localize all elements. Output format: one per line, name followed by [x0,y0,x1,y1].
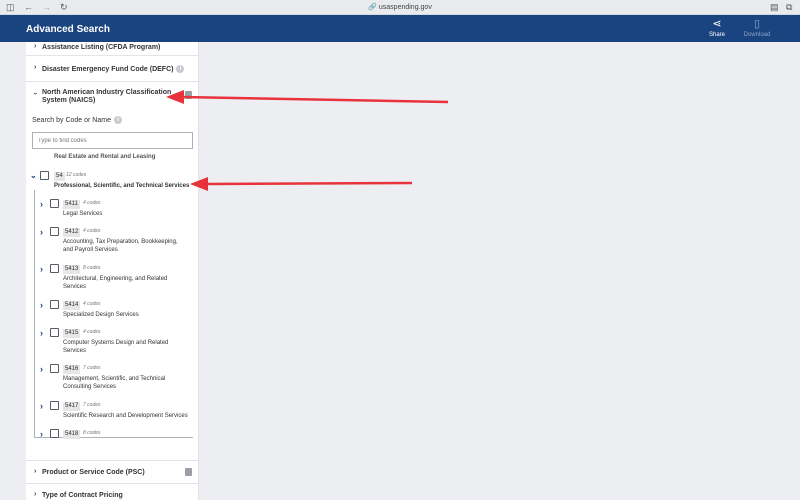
filter-psc[interactable]: › Product or Service Code (PSC) [26,460,198,484]
filter-title: Product or Service Code (PSC) [42,469,145,476]
naics-checkbox[interactable] [50,328,59,337]
naics-count: 7 codes [83,365,101,371]
naics-count: 4 codes [83,301,101,307]
filter-defc[interactable]: › Disaster Emergency Fund Code (DEFC) i [26,56,198,82]
chevron-right-icon[interactable]: › [40,228,43,237]
naics-name: Legal Services [63,211,103,217]
chevron-right-icon: › [34,468,37,475]
filter-title: Disaster Emergency Fund Code (DEFC) i [42,65,185,74]
chevron-right-icon[interactable]: › [40,200,43,209]
naics-count: 12 codes [66,172,87,178]
download-icon: ▯ [753,18,761,30]
share-icon: ⋖ [712,18,722,30]
filter-contract-pricing[interactable]: › Type of Contract Pricing [26,484,198,500]
naics-count: 4 codes [83,329,101,335]
info-icon[interactable]: i [113,116,122,124]
naics-checkbox[interactable] [40,171,49,180]
naics-code: 5412 [63,228,81,237]
share-button[interactable]: ⋖ Share [697,18,737,39]
book-icon[interactable] [185,91,192,99]
naics-name-line2: and Payroll Services [63,247,118,253]
filter-title: Assistance Listing (CFDA Program) [42,44,161,51]
chevron-right-icon[interactable]: › [40,329,43,338]
search-label-text: Search by Code or Name [32,116,111,124]
naics-name-line2: Services [63,348,87,354]
naics-count: 4 codes [83,228,101,234]
naics-code: 5418 [63,430,81,439]
browser-toolbar: ◫ ← → ↻ 🔗 usaspending.gov ▤ ⧉ [0,0,800,15]
link-icon: 🔗 [368,4,377,11]
app-header: Advanced Search ⋖ Share ▯ Download [0,15,800,42]
naics-name: Scientific Research and Development Serv… [63,413,188,419]
address-bar[interactable]: 🔗 usaspending.gov [0,2,800,13]
naics-checkbox[interactable] [50,300,59,309]
partial-tree-item: Real Estate and Rental and Leasing [54,154,156,160]
download-button[interactable]: ▯ Download [737,18,777,39]
naics-count: 7 codes [83,402,101,408]
book-icon[interactable] [185,468,192,476]
naics-code: 5411 [63,200,80,209]
reader-icon[interactable]: ▤ [770,2,779,13]
chevron-down-icon[interactable]: ⌄ [30,172,37,180]
download-label: Download [743,32,771,38]
naics-count: 8 codes [83,430,101,436]
naics-name-line2: Consulting Services [63,384,117,390]
naics-search-label: Search by Code or Name i [32,116,122,124]
naics-code: 5413 [63,265,81,274]
naics-code: 54 [54,172,65,181]
naics-name: Computer Systems Design and Related [63,340,169,346]
filter-sidebar: › Assistance Listing (CFDA Program) › Di… [26,42,199,500]
filter-title: Type of Contract Pricing [42,492,123,499]
naics-name: Professional, Scientific, and Technical … [54,183,190,189]
chevron-right-icon: › [34,43,37,50]
naics-checkbox[interactable] [50,429,59,438]
naics-code: 5417 [63,402,81,411]
chevron-right-icon[interactable]: › [40,402,43,411]
chevron-right-icon[interactable]: › [40,265,43,274]
page-title: Advanced Search [26,24,110,35]
naics-count: 4 codes [83,200,101,206]
info-icon[interactable]: i [176,65,185,74]
chevron-right-icon: › [34,491,37,498]
filter-title-line2[interactable]: System (NAICS) [42,96,95,105]
naics-checkbox[interactable] [50,227,59,236]
naics-count: 8 codes [83,265,101,271]
naics-name-line2: Services [63,284,87,290]
chevron-right-icon: › [34,64,37,71]
tree-rail [34,190,35,437]
chevron-right-icon[interactable]: › [40,301,43,310]
filter-title-text: Disaster Emergency Fund Code (DEFC) [42,66,174,73]
naics-checkbox[interactable] [50,364,59,373]
naics-name: Specialized Design Services [63,312,139,318]
tabs-icon[interactable]: ⧉ [786,2,792,13]
naics-name: Management, Scientific, and Technical [63,376,166,382]
naics-code: 5416 [63,365,81,374]
naics-code: 5415 [63,329,81,338]
filter-assistance-listing[interactable]: › Assistance Listing (CFDA Program) [26,42,198,56]
naics-checkbox[interactable] [50,401,59,410]
naics-code: 5414 [63,301,81,310]
naics-name: Architectural, Engineering, and Related [63,276,168,282]
url-text: usaspending.gov [378,4,432,11]
chevron-right-icon[interactable]: › [40,365,43,374]
chevron-right-icon[interactable]: › [40,430,43,439]
share-label: Share [708,32,725,38]
naics-checkbox[interactable] [50,199,59,208]
naics-name: Accounting, Tax Preparation, Bookkeeping… [63,239,178,245]
naics-checkbox[interactable] [50,264,59,273]
naics-search-input[interactable] [32,132,193,149]
chevron-down-icon[interactable]: › [32,92,39,94]
